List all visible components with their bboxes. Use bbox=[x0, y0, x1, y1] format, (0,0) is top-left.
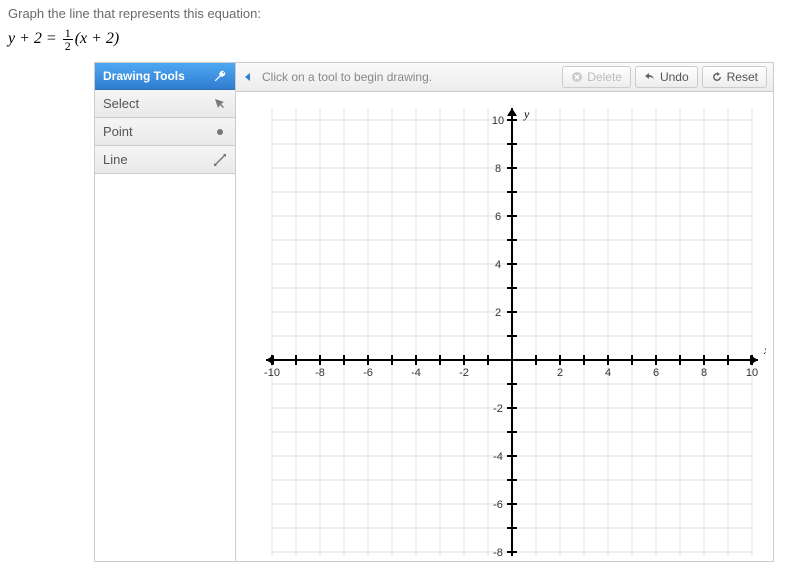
equation: y + 2 = 12(x + 2) bbox=[0, 23, 800, 62]
cursor-icon bbox=[213, 97, 227, 111]
tool-point[interactable]: Point bbox=[95, 118, 235, 146]
svg-text:-10: -10 bbox=[264, 367, 280, 379]
svg-text:4: 4 bbox=[495, 259, 501, 271]
svg-text:-4: -4 bbox=[411, 367, 421, 379]
svg-text:-2: -2 bbox=[459, 367, 469, 379]
svg-text:2: 2 bbox=[557, 367, 563, 379]
undo-icon bbox=[644, 71, 656, 83]
canvas-area: Click on a tool to begin drawing. Delete… bbox=[235, 63, 773, 561]
tool-label: Line bbox=[103, 152, 128, 167]
svg-text:-8: -8 bbox=[493, 547, 503, 556]
tool-line[interactable]: Line bbox=[95, 146, 235, 174]
canvas-hint: Click on a tool to begin drawing. bbox=[258, 70, 558, 84]
svg-text:6: 6 bbox=[495, 211, 501, 223]
tool-label: Point bbox=[103, 124, 133, 139]
svg-text:-4: -4 bbox=[493, 451, 503, 463]
line-icon bbox=[213, 153, 227, 167]
reset-icon bbox=[711, 71, 723, 83]
svg-text:-6: -6 bbox=[363, 367, 373, 379]
svg-text:10: 10 bbox=[492, 115, 504, 127]
equation-lhs: y + 2 = bbox=[8, 30, 61, 47]
svg-text:8: 8 bbox=[701, 367, 707, 379]
svg-text:8: 8 bbox=[495, 163, 501, 175]
svg-text:-2: -2 bbox=[493, 403, 503, 415]
svg-text:-8: -8 bbox=[315, 367, 325, 379]
equation-fraction: 12 bbox=[63, 27, 73, 52]
close-icon bbox=[571, 71, 583, 83]
tools-sidebar: Drawing Tools Select Point Line bbox=[95, 63, 235, 561]
undo-button[interactable]: Undo bbox=[635, 66, 698, 88]
drawing-workspace: Drawing Tools Select Point Line Click on a… bbox=[94, 62, 774, 562]
tools-header: Drawing Tools bbox=[95, 63, 235, 90]
svg-text:x: x bbox=[763, 343, 766, 357]
dot-icon bbox=[213, 125, 227, 139]
question-text: Graph the line that represents this equa… bbox=[0, 0, 800, 23]
reset-button[interactable]: Reset bbox=[702, 66, 767, 88]
svg-text:6: 6 bbox=[653, 367, 659, 379]
tools-header-label: Drawing Tools bbox=[103, 69, 185, 83]
equation-rhs: (x + 2) bbox=[75, 30, 120, 47]
delete-button[interactable]: Delete bbox=[562, 66, 631, 88]
collapse-sidebar-button[interactable] bbox=[242, 71, 254, 83]
svg-text:4: 4 bbox=[605, 367, 611, 379]
tool-select[interactable]: Select bbox=[95, 90, 235, 118]
wrench-icon bbox=[213, 69, 227, 83]
canvas-toolbar: Click on a tool to begin drawing. Delete… bbox=[236, 63, 773, 92]
svg-text:10: 10 bbox=[746, 367, 758, 379]
coordinate-plane[interactable]: -10 -8 -6 -4 -2 2 4 6 8 10 10 8 6 4 2 -2 -4 -6 -8 y x bbox=[236, 92, 773, 561]
svg-text:y: y bbox=[523, 107, 530, 121]
tool-label: Select bbox=[103, 96, 139, 111]
svg-text:-6: -6 bbox=[493, 499, 503, 511]
svg-text:2: 2 bbox=[495, 307, 501, 319]
